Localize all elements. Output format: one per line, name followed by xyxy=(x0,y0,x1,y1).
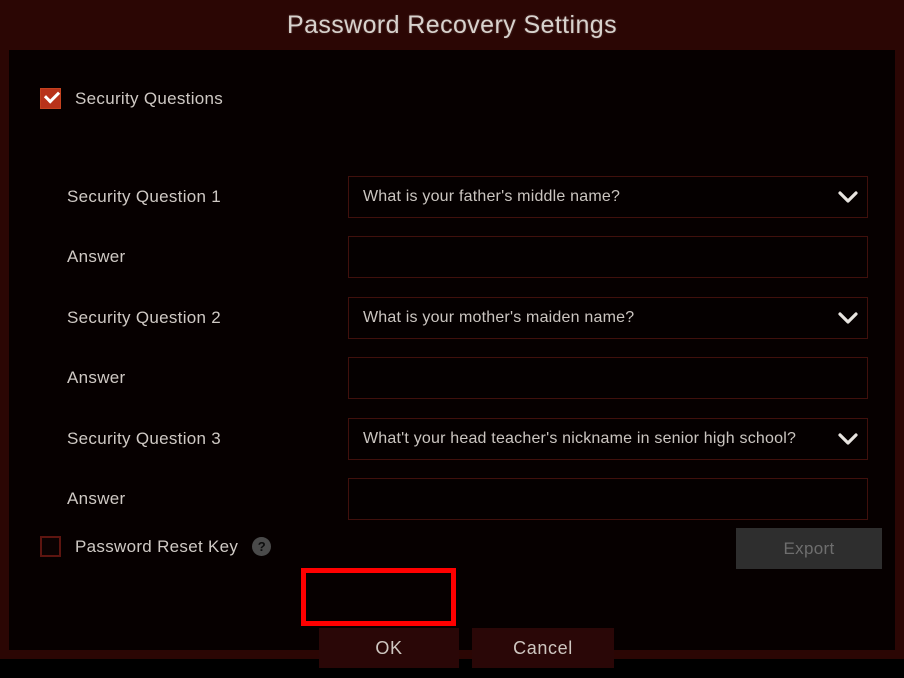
security-question-2-value: What is your mother's maiden name? xyxy=(363,309,635,326)
ok-button[interactable]: OK xyxy=(319,628,459,668)
answer-2-label: Answer xyxy=(67,368,126,387)
security-question-1-row: Security Question 1 What is your father'… xyxy=(9,176,895,218)
security-question-1-value: What is your father's middle name? xyxy=(363,188,621,205)
answer-2-row: Answer xyxy=(9,357,895,399)
security-question-3-label: Security Question 3 xyxy=(67,429,222,448)
security-question-3-select[interactable]: What't your head teacher's nickname in s… xyxy=(348,418,868,460)
dialog-title: Password Recovery Settings xyxy=(287,10,617,39)
security-question-3-value: What't your head teacher's nickname in s… xyxy=(363,430,797,447)
answer-1-label: Answer xyxy=(67,247,126,266)
security-questions-label: Security Questions xyxy=(75,88,224,108)
password-reset-key-checkbox-row[interactable]: Password Reset Key ? xyxy=(40,536,272,557)
chevron-down-icon[interactable] xyxy=(829,311,867,325)
answer-3-field[interactable] xyxy=(348,478,868,520)
chevron-down-icon[interactable] xyxy=(829,432,867,446)
security-question-3-row: Security Question 3 What't your head tea… xyxy=(9,418,895,460)
checkmark-icon xyxy=(43,87,61,104)
chevron-down-icon[interactable] xyxy=(829,190,867,204)
dialog-body: Security Questions Security Question 1 W… xyxy=(0,50,904,668)
security-question-2-row: Security Question 2 What is your mother'… xyxy=(9,297,895,339)
answer-2-input[interactable] xyxy=(349,358,867,398)
security-question-1-select[interactable]: What is your father's middle name? xyxy=(348,176,868,218)
export-button[interactable]: Export xyxy=(736,528,882,569)
help-icon[interactable]: ? xyxy=(252,537,272,556)
answer-3-input[interactable] xyxy=(349,479,867,519)
dialog-footer: OK Cancel xyxy=(9,618,895,678)
answer-1-input[interactable] xyxy=(349,237,867,277)
password-reset-key-label: Password Reset Key xyxy=(75,536,239,556)
dialog-titlebar: Password Recovery Settings xyxy=(0,0,904,50)
answer-2-field[interactable] xyxy=(348,357,868,399)
password-reset-key-row: Password Reset Key ? Export xyxy=(9,528,895,570)
password-recovery-dialog: Password Recovery Settings Security Ques… xyxy=(0,0,904,668)
security-question-2-select[interactable]: What is your mother's maiden name? xyxy=(348,297,868,339)
answer-1-row: Answer xyxy=(9,236,895,278)
answer-3-label: Answer xyxy=(67,489,126,508)
security-question-1-label: Security Question 1 xyxy=(67,187,222,206)
password-reset-key-checkbox[interactable] xyxy=(40,536,61,557)
dialog-content: Security Questions Security Question 1 W… xyxy=(9,50,895,668)
answer-3-row: Answer xyxy=(9,478,895,520)
answer-1-field[interactable] xyxy=(348,236,868,278)
cancel-button[interactable]: Cancel xyxy=(472,628,614,668)
security-questions-checkbox[interactable] xyxy=(40,87,61,109)
security-question-2-label: Security Question 2 xyxy=(67,308,222,327)
security-questions-checkbox-row[interactable]: Security Questions xyxy=(40,87,224,109)
